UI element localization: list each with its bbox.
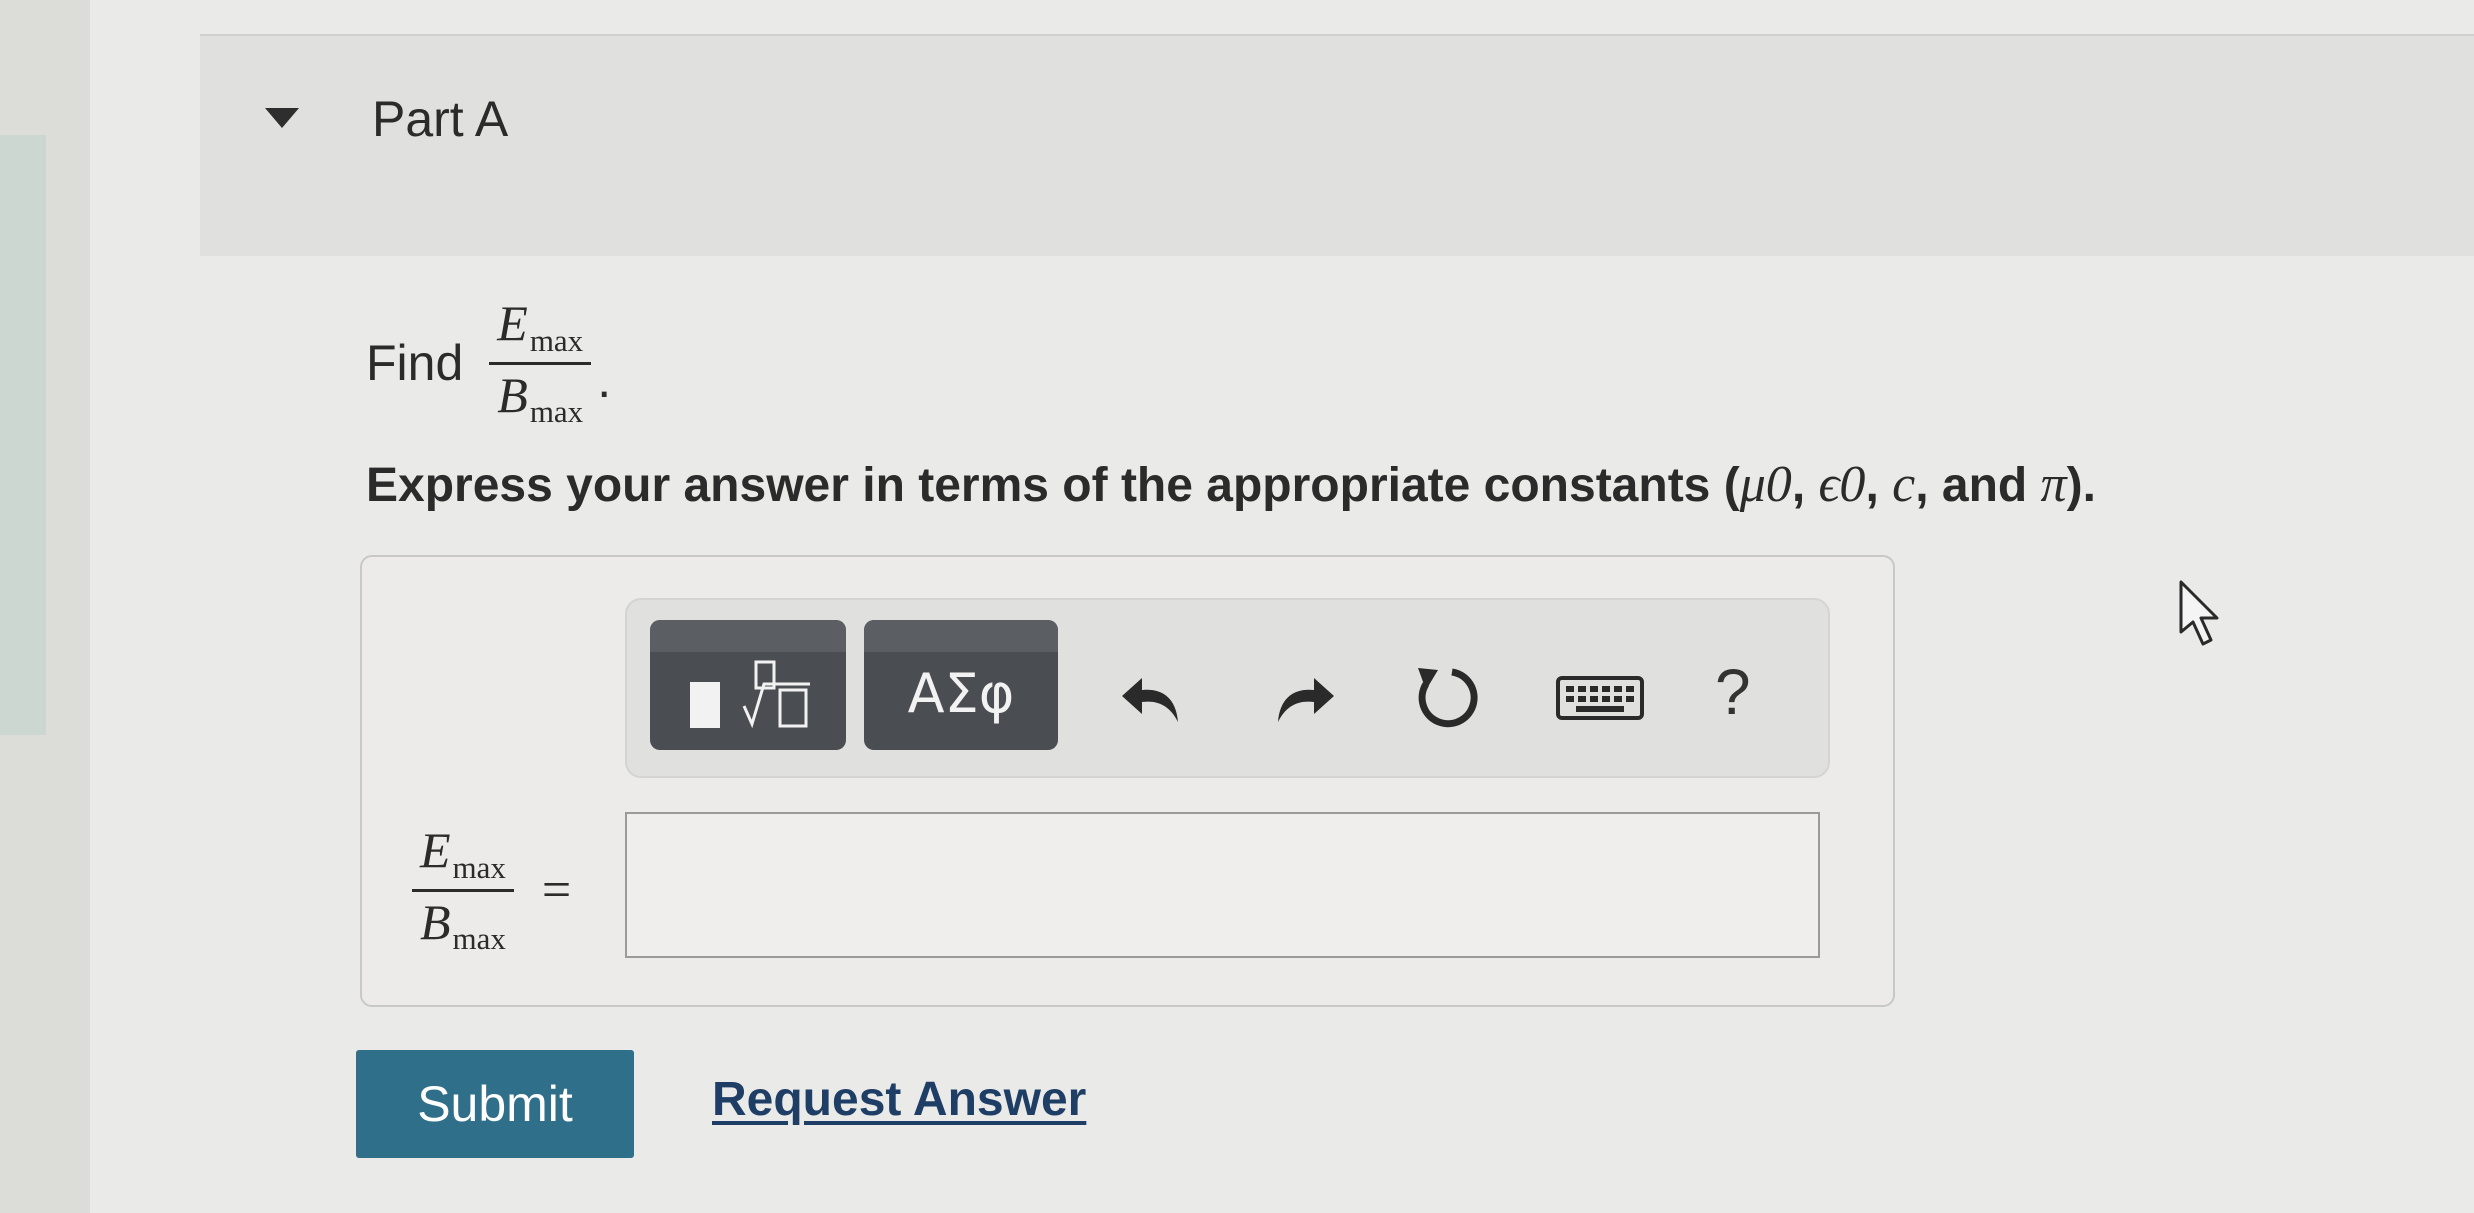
answer-label: Emax Bmax = — [412, 820, 571, 960]
equals-sign: = — [541, 861, 572, 919]
find-word: Find — [366, 335, 464, 391]
help-icon[interactable]: ? — [1715, 655, 1751, 729]
prompt-fraction: Emax Bmax — [489, 295, 592, 430]
answer-instruction: Express your answer in terms of the appr… — [366, 456, 2096, 513]
answer-numerator: Emax — [420, 822, 506, 885]
greek-symbols-button[interactable]: ΑΣφ — [864, 620, 1058, 750]
answer-fraction-bar — [412, 888, 514, 892]
templates-icon — [690, 660, 810, 729]
reset-icon[interactable] — [1400, 650, 1490, 740]
submit-button[interactable]: Submit — [356, 1050, 634, 1158]
redo-icon[interactable] — [1258, 650, 1348, 740]
fraction-numerator: Emax — [497, 295, 584, 358]
prompt-period: . — [597, 352, 612, 408]
answer-fraction: Emax Bmax — [412, 824, 514, 956]
part-title: Part A — [372, 91, 509, 147]
request-answer-link[interactable]: Request Answer — [712, 1072, 1086, 1127]
undo-icon[interactable] — [1108, 650, 1198, 740]
mouse-cursor-icon — [2179, 580, 2219, 646]
caret-down-icon[interactable] — [265, 108, 299, 128]
templates-button[interactable] — [650, 620, 846, 750]
question-prompt: Find Emax Bmax . — [366, 295, 612, 430]
answer-denominator: Bmax — [420, 893, 506, 957]
fraction-denominator: Bmax — [497, 366, 584, 430]
part-header[interactable] — [200, 36, 2474, 256]
keyboard-icon[interactable] — [1550, 650, 1650, 740]
answer-input[interactable] — [625, 812, 1820, 958]
left-accent-bar — [0, 135, 46, 735]
fraction-bar — [489, 361, 592, 365]
